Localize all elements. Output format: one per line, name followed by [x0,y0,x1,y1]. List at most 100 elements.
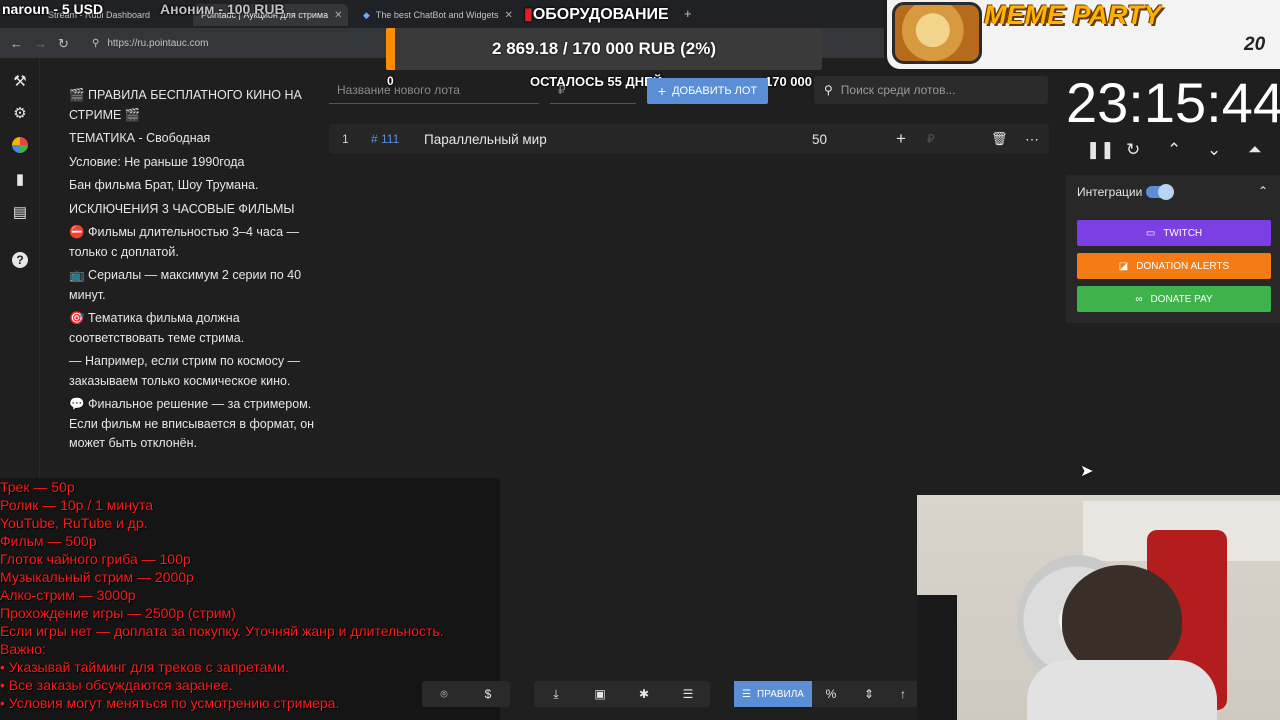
reload-icon[interactable]: ↻ [58,36,69,52]
close-icon[interactable]: ✕ [505,10,513,21]
mouse-cursor: ➤ [1080,463,1094,480]
plus-icon: + [657,83,667,99]
lot-id[interactable]: # 111 [371,124,399,154]
rules-line: ⛔ Фильмы длительностью 3–4 часа — только… [69,225,300,259]
donate-pay-icon: ∞ [1135,293,1143,305]
integrations-toggle[interactable] [1146,184,1174,200]
microphone-arm [917,595,957,720]
twitch-button[interactable]: ▭ TWITCH [1077,220,1271,246]
new-tab-icon[interactable]: + [684,6,692,21]
rules-label: ПРАВИЛА [757,688,804,700]
equipment-overlay: ▮ОБОРУДОВАНИЕ [524,4,669,24]
lot-name-placeholder: Название нового лота [337,82,460,97]
auction-timer: 23:15:44 [1066,71,1280,134]
webcam-feed [917,495,1280,720]
rules-line: 📺 Сериалы — максимум 2 серии по 40 минут… [69,268,302,302]
sort-icon[interactable]: ↑ [888,681,918,707]
donation-alert-overlay: Аноним - 100 RUB [160,1,285,17]
rules-line: 💬 Финальное решение — за стримером. Если… [69,397,315,450]
price-line: Прохождение игры — 2500р (стрим) [0,605,236,621]
search-placeholder: Поиск среди лотов... [840,83,956,97]
goal-max: 170 000 [765,74,812,89]
lot-name-input[interactable]: Название нового лота [329,76,539,104]
price-line: Ролик — 10р / 1 минута [0,497,154,513]
compress-icon[interactable]: ⇕ [850,681,888,707]
add-lot-button[interactable]: + ДОБАВИТЬ ЛОТ [647,78,768,104]
sidebar: ⚒ ⚙ ▮ ▤ ? [0,58,40,478]
rules-line: Бан фильма Брат, Шоу Трумана. [69,178,259,192]
rules-line: ТЕМАТИКА - Свободная [69,131,211,145]
price-line: Важно: [0,641,46,657]
bar-chart-icon[interactable]: ▮ [10,170,30,190]
rules-line: — Например, если стрим по космосу — зака… [69,354,301,388]
url-field[interactable]: ⚲ https://ru.pointauc.com [86,33,386,53]
chevron-up-icon[interactable]: ⌃ [1167,140,1181,160]
list-icon[interactable]: ☰ [666,681,710,707]
lot-name[interactable]: Параллельный мир [424,124,547,154]
github-icon[interactable]: ⌾ [422,681,466,707]
bug-icon[interactable]: ✱ [622,681,666,707]
reset-icon[interactable]: ↻ [1126,140,1140,160]
site-info-icon: ⚲ [92,37,100,49]
diamond-icon: ◆ [363,9,370,20]
price-line: Глоток чайного гриба — 100р [0,551,191,567]
price-line: • Указывай тайминг для треков с запретам… [0,659,289,675]
integrations-label: Интеграции [1077,185,1143,199]
price-line: Алко-стрим — 3000р [0,587,136,603]
lot-amount-placeholder: ₽ [558,82,566,97]
streamer-head [1062,565,1182,675]
streamer-body [1027,660,1217,720]
twitch-icon: ▭ [1145,227,1156,239]
add-lot-label: ДОБАВИТЬ ЛОТ [672,85,758,97]
currency-field[interactable]: ₽ [927,124,935,154]
tab-label: The best ChatBot and Widgets [375,10,499,20]
rules-button[interactable]: ☰ ПРАВИЛА [734,681,812,707]
search-input[interactable]: ⚲ Поиск среди лотов... [814,76,1048,104]
youtube-icon: ▮ [524,6,533,23]
browser-tab[interactable]: ◆ The best ChatBot and Widgets ✕ [355,4,515,26]
rules-line: ИСКЛЮЧЕНИЯ 3 ЧАСОВЫЕ ФИЛЬМЫ [69,201,295,216]
download-icon[interactable]: ⤓ [534,681,578,707]
meme-party-title: MEME PARTY [984,0,1162,30]
toolbar-group-links: ⌾ $ [422,681,510,707]
back-icon[interactable]: ← [10,36,23,51]
lot-amount[interactable]: 50 [812,124,827,154]
clipboard-icon[interactable]: ▤ [10,203,30,223]
donation-alerts-icon: ◪ [1118,260,1129,272]
price-line: Трек — 50р [0,479,75,495]
close-icon[interactable]: ✕ [334,10,342,21]
dollar-icon[interactable]: $ [466,681,510,707]
price-line: YouTube, RuTube и др. [0,515,148,531]
save-icon[interactable]: ▣ [578,681,622,707]
lot-index: 1 [342,132,349,146]
chevron-down-icon[interactable]: ⌄ [1207,140,1221,160]
percent-icon[interactable]: % [812,681,850,707]
chevron-up-icon[interactable]: ⌃ [1258,184,1268,198]
donation-goal-bar: 2 869.18 / 170 000 RUB (2%) [386,28,822,70]
forward-icon[interactable]: → [34,36,47,51]
help-icon[interactable]: ? [10,250,30,270]
meme-party-count: 20 [1244,34,1266,55]
pause-icon[interactable]: ❚❚ [1086,140,1115,160]
plus-icon[interactable]: + [896,124,906,154]
doge-image [892,2,982,64]
toolbar-group-file: ⤓ ▣ ✱ ☰ [534,681,710,707]
gavel-icon[interactable]: ⚒ [10,72,30,92]
price-line: Фильм — 500р [0,533,97,549]
equipment-label: ОБОРУДОВАНИЕ [532,6,669,23]
gear-icon[interactable]: ⚙ [10,104,30,124]
donate-pay-button[interactable]: ∞ DONATE PAY [1077,286,1271,312]
rules-panel: 🎬 ПРАВИЛА БЕСПЛАТНОГО КИНО НА СТРИМЕ 🎬 Т… [58,86,320,458]
search-icon: ⚲ [824,83,833,97]
twitch-label: TWITCH [1163,227,1203,239]
lot-amount-input[interactable]: ₽ [550,76,636,104]
wheel-icon[interactable] [10,137,30,157]
more-icon[interactable]: ⋯ [1025,124,1039,154]
integrations-panel: Интеграции ⌃ ▭ TWITCH ◪ DONATION ALERTS ∞ D… [1066,175,1280,323]
goal-text: 2 869.18 / 170 000 RUB (2%) [492,39,716,58]
trash-icon[interactable]: 🗑 [991,124,1008,154]
donation-alerts-button[interactable]: ◪ DONATION ALERTS [1077,253,1271,279]
double-chevron-up-icon[interactable]: ⏶ [1248,140,1262,160]
donation-alerts-label: DONATION ALERTS [1136,260,1230,272]
lot-row[interactable]: 1 # 111 Параллельный мир 50 + ₽ 🗑 ⋯ [329,124,1049,154]
